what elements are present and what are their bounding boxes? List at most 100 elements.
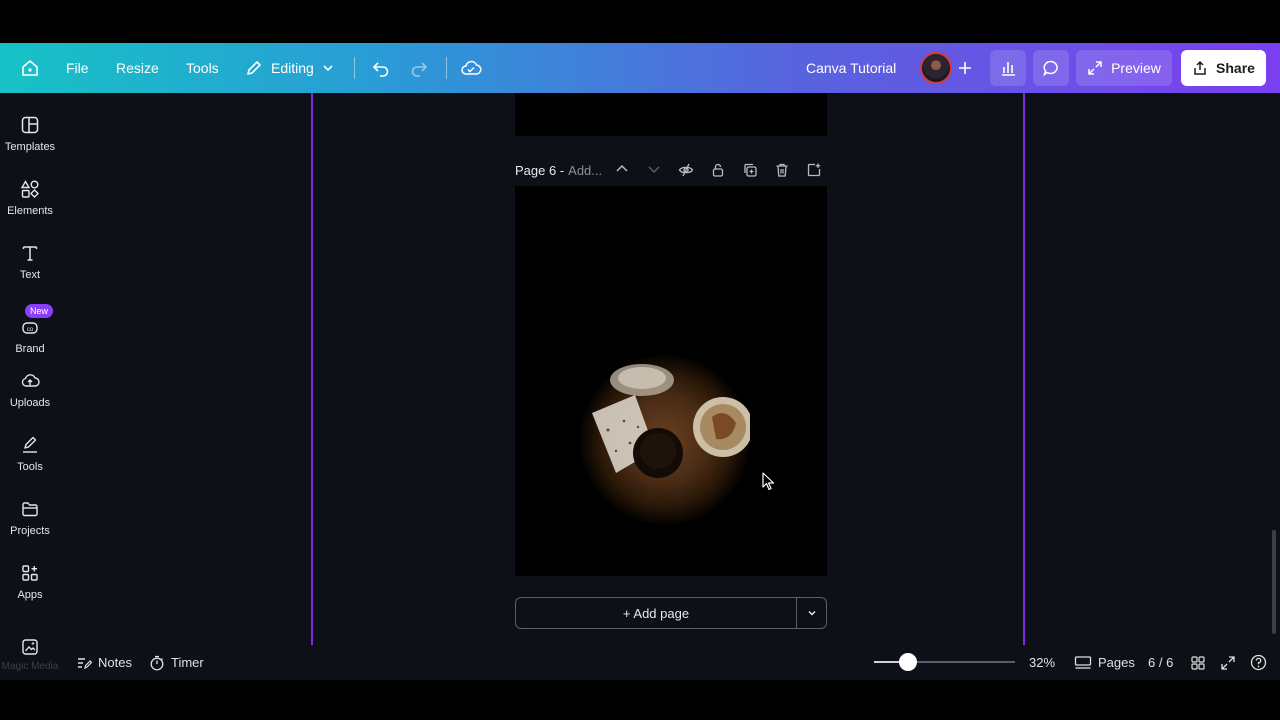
pencil-icon <box>247 61 261 75</box>
vertical-scrollbar[interactable] <box>1272 530 1276 634</box>
mouse-cursor-icon <box>762 472 775 491</box>
sidebar-item-label: Elements <box>7 205 53 217</box>
home-icon <box>22 60 38 76</box>
undo-button[interactable] <box>371 43 391 93</box>
pages-icon <box>1074 655 1092 669</box>
chevron-down-icon <box>323 65 333 72</box>
food-photo-image[interactable] <box>580 355 750 525</box>
guide-line-left <box>311 93 313 645</box>
comment-icon <box>1043 60 1058 77</box>
help-icon <box>1250 654 1267 671</box>
toolbar-divider <box>354 57 355 79</box>
preview-label: Preview <box>1111 60 1161 76</box>
sidebar-item-label: Uploads <box>9 397 51 409</box>
redo-button[interactable] <box>409 43 429 93</box>
notes-label: Notes <box>98 655 132 670</box>
sidebar-item-label: Brand <box>15 343 45 355</box>
share-button[interactable]: Share <box>1181 50 1266 86</box>
pages-button[interactable]: Pages <box>1074 645 1135 680</box>
save-status-button[interactable] <box>460 43 482 93</box>
chevron-down-icon <box>807 610 816 616</box>
sidebar-item-magic-media[interactable]: Magic Media <box>0 637 60 672</box>
zoom-slider[interactable] <box>874 653 1015 671</box>
trash-icon[interactable] <box>774 162 790 178</box>
sidebar-item-text[interactable]: Text <box>0 243 60 281</box>
toolbar-divider <box>446 57 447 79</box>
grid-view-icon <box>1191 655 1205 670</box>
folder-icon <box>22 502 38 517</box>
page-title: Page 6 - <box>515 162 565 178</box>
add-collaborator-button[interactable] <box>956 43 974 93</box>
file-menu[interactable]: File <box>66 43 89 93</box>
templates-icon <box>21 116 39 134</box>
editing-mode-dropdown[interactable]: Editing <box>245 43 334 93</box>
add-page-icon[interactable] <box>806 162 822 178</box>
document-title[interactable]: Canva Tutorial <box>806 43 896 93</box>
timer-button[interactable]: Timer <box>149 645 204 680</box>
tools-menu[interactable]: Tools <box>186 43 219 93</box>
sidebar-item-label: Projects <box>10 525 50 537</box>
fullscreen-button[interactable] <box>1220 645 1236 680</box>
sidebar-item-tools[interactable]: Tools <box>0 435 60 473</box>
cloud-upload-icon <box>21 374 40 387</box>
chevron-up-icon[interactable] <box>615 162 629 176</box>
sidebar-item-label: Magic Media <box>1 661 59 672</box>
home-button[interactable] <box>20 43 40 93</box>
sidebar-item-label: Tools <box>17 461 43 473</box>
sidebar-item-label: Apps <box>17 589 43 601</box>
zoom-level[interactable]: 32% <box>1029 645 1055 680</box>
hide-page-icon[interactable] <box>678 162 694 178</box>
redo-icon <box>411 62 428 77</box>
pages-label: Pages <box>1098 655 1135 670</box>
sidebar-item-uploads[interactable]: Uploads <box>0 371 60 409</box>
page-header: Page 6 - Add... <box>515 158 827 182</box>
page-title-input[interactable]: Add... <box>568 163 602 178</box>
magic-media-icon <box>22 639 38 655</box>
plus-icon <box>959 62 971 74</box>
duplicate-icon[interactable] <box>742 162 758 178</box>
pen-tool-icon <box>23 436 37 453</box>
grid-view-button[interactable] <box>1190 645 1206 680</box>
timer-label: Timer <box>171 655 204 670</box>
text-icon <box>22 246 38 261</box>
editing-label: Editing <box>271 60 314 76</box>
sidebar-item-projects[interactable]: Projects <box>0 499 60 537</box>
preview-button[interactable]: Preview <box>1076 50 1172 86</box>
svg-text:co: co <box>27 327 34 333</box>
elements-icon <box>20 180 39 198</box>
undo-icon <box>372 62 389 77</box>
guide-line-right <box>1023 93 1025 645</box>
bar-chart-icon <box>1002 62 1015 76</box>
lock-icon[interactable] <box>710 162 726 178</box>
avatar[interactable] <box>920 52 952 84</box>
page-count: 6 / 6 <box>1148 655 1174 670</box>
sidebar-item-label: Text <box>19 269 41 281</box>
sidebar-item-elements[interactable]: Elements <box>0 179 60 217</box>
notes-button[interactable]: Notes <box>76 645 132 680</box>
top-toolbar: File Resize Tools Editing Canva Tutorial… <box>0 43 1280 93</box>
food-photo-details <box>592 364 750 478</box>
analytics-button[interactable] <box>990 50 1026 86</box>
share-label: Share <box>1216 60 1255 76</box>
share-upload-icon <box>1194 60 1206 75</box>
new-badge: New <box>25 304 54 318</box>
help-button[interactable] <box>1250 645 1267 680</box>
fullscreen-icon <box>1221 655 1235 670</box>
timer-icon <box>150 655 164 670</box>
sidebar-item-label: Templates <box>4 141 56 153</box>
add-page-button[interactable]: + Add page <box>515 597 797 629</box>
left-sidebar: Templates Elements Text New co Brand Upl… <box>0 93 60 680</box>
brand-icon: co <box>22 322 38 334</box>
add-page-options-button[interactable] <box>796 597 827 629</box>
apps-icon <box>22 565 38 581</box>
sidebar-item-apps[interactable]: Apps <box>0 563 60 601</box>
chevron-down-icon[interactable] <box>647 162 661 176</box>
notes-icon <box>78 657 92 669</box>
previous-page-canvas[interactable] <box>515 93 827 136</box>
cloud-check-icon <box>461 60 482 75</box>
sidebar-item-templates[interactable]: Templates <box>0 115 60 153</box>
expand-icon <box>1088 61 1102 75</box>
resize-menu[interactable]: Resize <box>116 43 159 93</box>
comment-button[interactable] <box>1033 50 1069 86</box>
sidebar-item-brand[interactable]: New co Brand <box>0 304 60 355</box>
